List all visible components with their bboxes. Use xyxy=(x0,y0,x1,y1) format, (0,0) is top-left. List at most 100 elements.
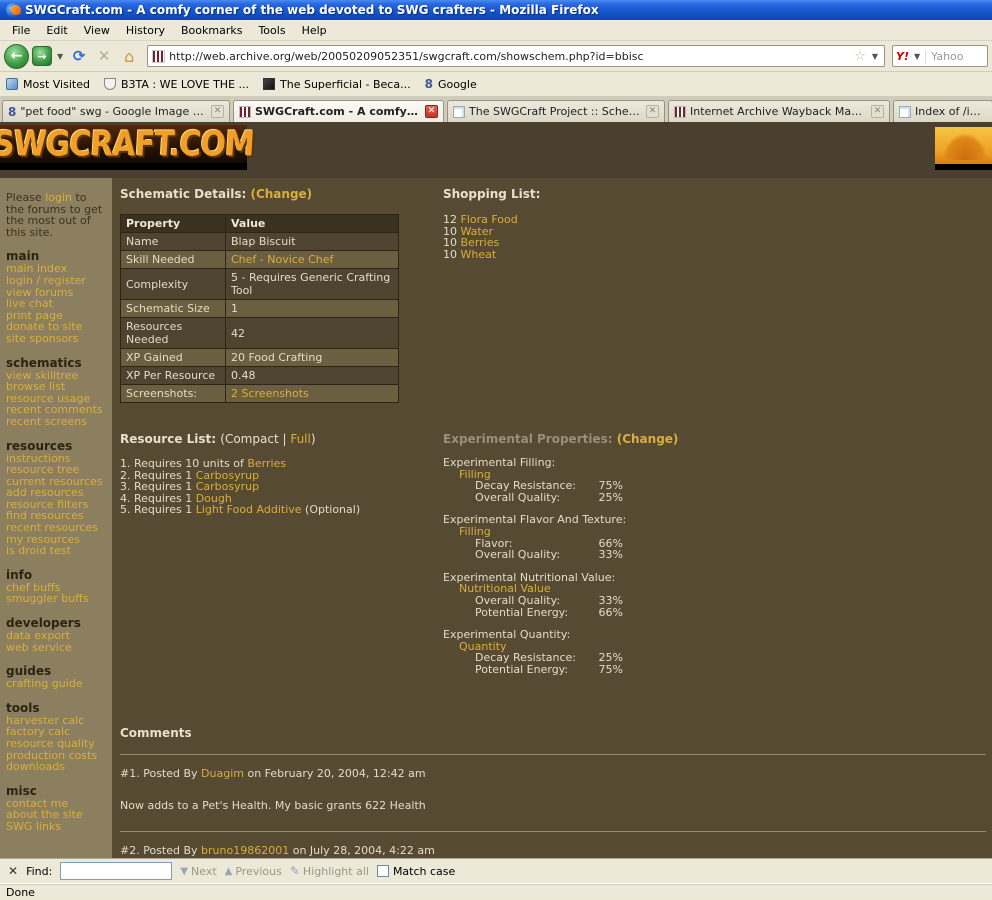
search-engine-dropdown-icon[interactable]: ▼ xyxy=(912,52,922,61)
property-cell: Resources Needed xyxy=(120,317,226,349)
checkbox-icon[interactable] xyxy=(376,865,389,877)
value-cell: 5 - Requires Generic Crafting Tool xyxy=(225,268,399,300)
stat-value: 33% xyxy=(598,593,623,607)
sidebar-section-title: misc xyxy=(6,783,37,798)
bookmark-item[interactable]: The Superficial - Beca... xyxy=(263,78,411,91)
resource-pre: 5. Requires 1 xyxy=(120,503,196,517)
experimental-group-title: Experimental Filling: xyxy=(443,456,556,469)
tab-close-icon[interactable]: ✕ xyxy=(211,105,224,118)
sidebar-link-browse-list[interactable]: browse list xyxy=(6,381,108,393)
tab-close-icon[interactable]: ✕ xyxy=(871,105,884,118)
forward-button[interactable]: → xyxy=(32,46,52,66)
bookmark-item[interactable]: 8 Google xyxy=(425,78,477,91)
schematic-change-link[interactable]: (Change) xyxy=(250,187,312,201)
sidebar-link-live-chat[interactable]: live chat xyxy=(6,298,108,310)
find-close-icon[interactable]: ✕ xyxy=(8,864,18,878)
column-header: Value xyxy=(225,214,399,233)
experimental-heading: Experimental Properties: (Change) xyxy=(443,432,992,446)
value-link[interactable]: Chef - Novice Chef xyxy=(231,253,333,266)
tab-close-icon[interactable]: ✕ xyxy=(646,105,659,118)
sidebar-link-downloads[interactable]: downloads xyxy=(6,761,108,773)
history-dropdown-icon[interactable]: ▼ xyxy=(55,52,65,61)
sidebar-link-SWG-links[interactable]: SWG links xyxy=(6,821,108,833)
find-label: Find: xyxy=(26,864,53,878)
shopping-list-heading: Shopping List: xyxy=(443,187,541,201)
back-button[interactable]: ← xyxy=(4,43,29,69)
comment-author-link[interactable]: bruno19862001 xyxy=(201,844,289,857)
comments-section: Comments #1. Posted By Duagim on Februar… xyxy=(120,726,992,859)
experimental-change-link[interactable]: (Change) xyxy=(617,432,679,446)
property-cell: Name xyxy=(120,232,226,251)
menu-help[interactable]: Help xyxy=(294,21,335,40)
stat-value: 66% xyxy=(598,605,623,619)
find-input[interactable] xyxy=(60,862,173,880)
yahoo-search-icon[interactable]: Y! xyxy=(896,50,909,63)
sidebar-link-data-export[interactable]: data export xyxy=(6,630,108,642)
stat-label: Overall Quality: xyxy=(475,490,561,504)
tab-title: Index of /images xyxy=(915,105,987,118)
sidebar-link-resource-quality[interactable]: resource quality xyxy=(6,738,108,750)
url-text[interactable]: http://web.archive.org/web/2005020905235… xyxy=(169,50,850,63)
sidebar-link-smuggler-buffs[interactable]: smuggler buffs xyxy=(6,593,108,605)
table-row: Name Blap Biscuit xyxy=(120,232,399,251)
home-button[interactable]: ⌂ xyxy=(118,45,140,67)
schematic-details-title: Schematic Details: xyxy=(120,187,251,201)
window-title: SWGCraft.com - A comfy corner of the web… xyxy=(25,3,599,17)
tab-close-icon[interactable]: ✕ xyxy=(425,105,438,118)
comment-author-link[interactable]: Duagim xyxy=(201,767,244,780)
browser-tab[interactable]: The SWGCraft Project :: Schematic: Be...… xyxy=(447,100,665,122)
url-dropdown-icon[interactable]: ▼ xyxy=(870,52,880,61)
sidebar-link-is-droid-test[interactable]: is droid test xyxy=(6,545,108,557)
menu-view[interactable]: View xyxy=(76,21,118,40)
sidebar-link-recent-resources[interactable]: recent resources xyxy=(6,522,108,534)
browser-tab[interactable]: 8"pet food" swg - Google Image Search ✕ xyxy=(2,100,230,122)
stat-label: Potential Energy: xyxy=(475,662,569,676)
address-bar[interactable]: http://web.archive.org/web/2005020905235… xyxy=(147,45,885,67)
browser-tab[interactable]: Internet Archive Wayback Machine ✕ xyxy=(668,100,890,122)
site-logo[interactable]: SWGCRAFT.COM xyxy=(0,124,255,170)
browser-tab[interactable]: SWGCraft.com - A comfy corner ... ✕ xyxy=(233,100,444,122)
property-cell: Screenshots: xyxy=(120,384,226,403)
experimental-group-title: Experimental Quantity: xyxy=(443,628,571,642)
menu-file[interactable]: File xyxy=(4,21,38,40)
find-next-button[interactable]: ▼ Next xyxy=(180,865,216,878)
arrow-up-icon: ▲ xyxy=(224,865,233,877)
menu-bookmarks[interactable]: Bookmarks xyxy=(173,21,250,40)
menu-history[interactable]: History xyxy=(118,21,173,40)
menu-tools[interactable]: Tools xyxy=(250,21,293,40)
menu-edit[interactable]: Edit xyxy=(38,21,75,40)
resource-list-heading: Resource List: (Compact | Full) xyxy=(120,432,443,446)
sidebar-sections: main main index login / register view forum… xyxy=(6,250,108,832)
sidebar-link-web-service[interactable]: web service xyxy=(6,642,108,654)
table-row: Schematic Size 1 xyxy=(120,299,399,318)
search-placeholder[interactable]: Yahoo xyxy=(925,49,964,63)
resource-link[interactable]: Light Food Additive xyxy=(196,503,302,516)
bookmark-item[interactable]: B3TA : WE LOVE THE ... xyxy=(103,78,249,91)
sidebar-link-recent-screens[interactable]: recent screens xyxy=(6,416,108,428)
search-field[interactable]: Y! ▼ Yahoo xyxy=(892,45,988,67)
sidebar-link-login-register[interactable]: login / register xyxy=(6,275,108,287)
full-view-link[interactable]: Full xyxy=(290,432,311,446)
value-text: 20 Food Crafting xyxy=(231,351,323,364)
reload-button[interactable]: ⟳ xyxy=(68,45,90,67)
stop-button[interactable]: ✕ xyxy=(93,45,115,67)
browser-tab[interactable]: Index of /images xyxy=(893,100,992,122)
sidebar-section-title: tools xyxy=(6,700,40,715)
sidebar-link-site-sponsors[interactable]: site sponsors xyxy=(6,333,108,345)
shopping-list: 12 Flora Food 10 Water 10 Berries 10 Wheat xyxy=(443,214,992,260)
property-cell: XP Per Resource xyxy=(120,366,226,385)
experimental-title: Experimental Properties: xyxy=(443,432,617,446)
match-case-option[interactable]: Match case xyxy=(376,865,455,878)
highlight-all-button[interactable]: ✎ Highlight all xyxy=(290,864,369,878)
schematic-table: Property Value Name Blap Biscuit Skill Neede… xyxy=(120,214,399,403)
value-link[interactable]: 2 Screenshots xyxy=(231,387,309,400)
bookmark-star-icon[interactable]: ☆ xyxy=(854,49,866,64)
find-previous-button[interactable]: ▲ Previous xyxy=(225,865,282,878)
sidebar-section-tools: tools harvester calc factory calc resource … xyxy=(6,700,108,773)
sidebar-link-resource-tree[interactable]: resource tree xyxy=(6,464,108,476)
item-link[interactable]: Wheat xyxy=(461,248,497,261)
sidebar-link-crafting-guide[interactable]: crafting guide xyxy=(6,678,108,690)
sidebar-section-guides: guides crafting guide xyxy=(6,665,108,690)
property-cell: XP Gained xyxy=(120,348,226,367)
bookmark-item[interactable]: Most Visited xyxy=(6,78,90,91)
